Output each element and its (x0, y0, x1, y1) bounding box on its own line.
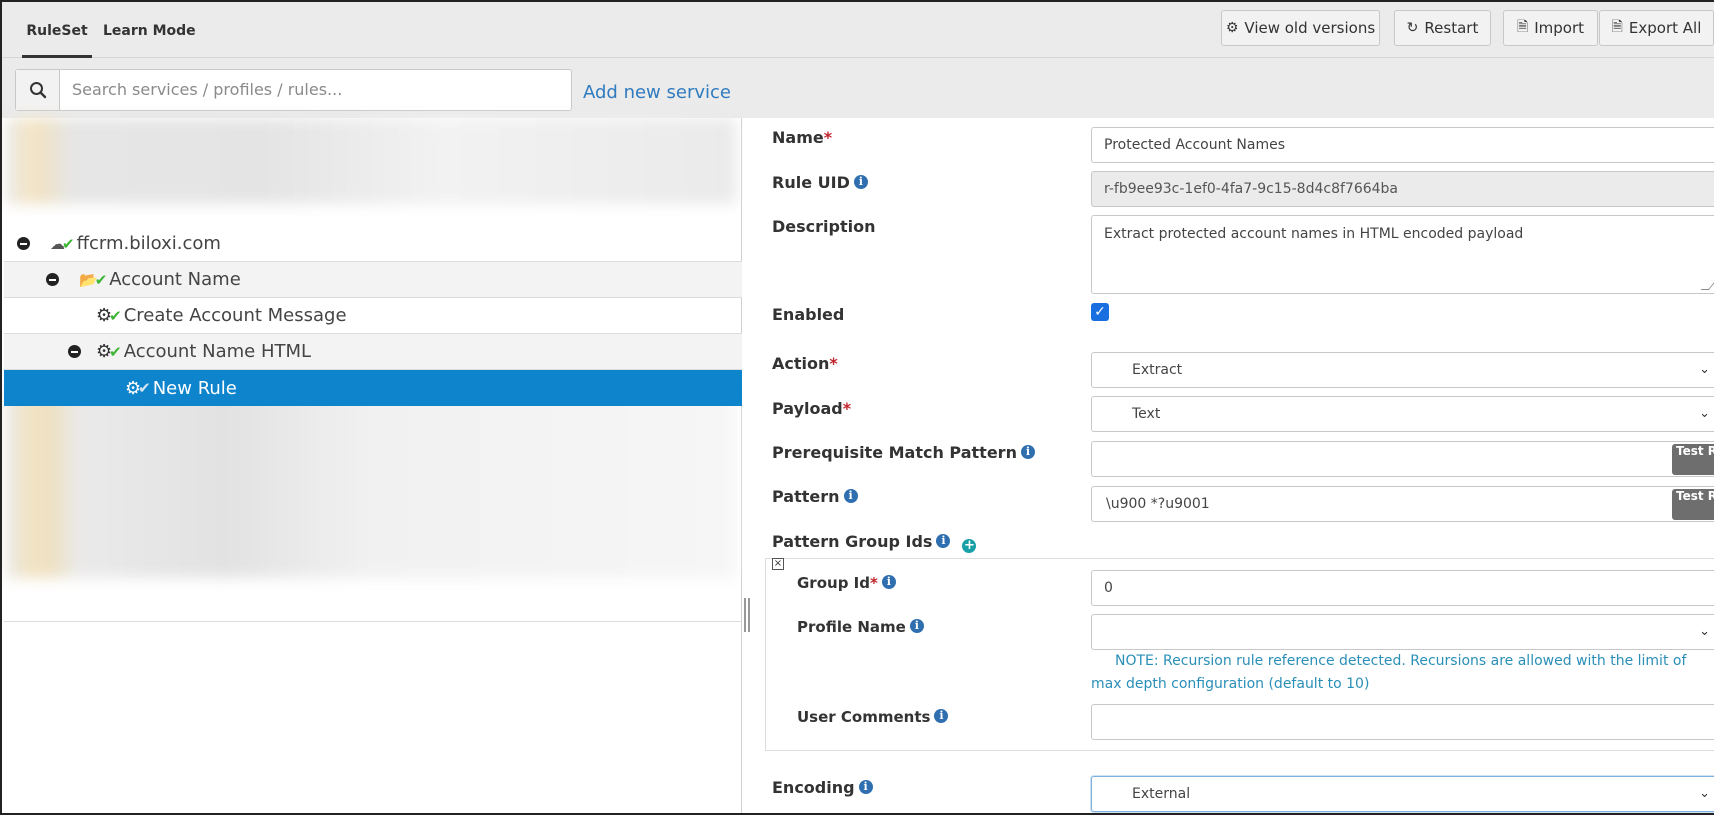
group-id-label: Group Id* i (797, 574, 896, 592)
check-icon: ✔ (62, 234, 75, 253)
search-input[interactable] (72, 70, 567, 110)
check-icon: ✔ (94, 270, 108, 289)
pattern-label: Pattern i (772, 487, 858, 506)
top-bar: RuleSet Learn Mode ⚙ View old versions ↻… (2, 2, 1714, 58)
import-label: Import (1534, 19, 1585, 37)
export-all-label: Export All (1628, 19, 1702, 37)
remove-group-icon[interactable]: × (772, 558, 784, 570)
import-button[interactable]: 🗎 Import (1503, 10, 1598, 46)
rule-uid-field: r-fb9ee93c-1ef0-4fa7-9c15-8d4c8f7664ba (1091, 171, 1714, 207)
view-old-versions-label: View old versions (1244, 19, 1376, 37)
gear-icon: ⚙ (1225, 20, 1239, 36)
search-row (2, 58, 1714, 118)
enabled-label: Enabled (772, 305, 845, 324)
action-label: Action* (772, 354, 838, 373)
info-icon[interactable]: i (858, 780, 873, 794)
export-all-button[interactable]: 🗎 Export All (1599, 10, 1714, 46)
refresh-icon: ↻ (1406, 20, 1419, 36)
encoding-select[interactable]: External ⌄ (1091, 776, 1714, 812)
chevron-down-icon: ⌄ (1699, 786, 1710, 801)
tree-profile-label: Account Name (109, 269, 241, 290)
check-icon: ✔ (109, 306, 122, 325)
pattern-field[interactable]: \u900 *?u9001 Test Regex (1091, 486, 1714, 522)
tree-rule-label: New Rule (152, 377, 237, 399)
prerequisite-label: Prerequisite Match Pattern i (772, 443, 1035, 462)
group-id-field[interactable]: 0 (1091, 570, 1714, 606)
tab-ruleset[interactable]: RuleSet (22, 2, 92, 58)
panel-splitter[interactable] (744, 598, 750, 632)
collapse-icon[interactable] (46, 273, 59, 286)
profile-name-select[interactable]: ⌄ (1091, 614, 1714, 650)
tree-row-selected[interactable]: ⚙ ✔ New Rule (4, 370, 742, 406)
chevron-down-icon: ⌄ (1699, 624, 1710, 639)
description-textarea[interactable]: Extract protected account names in HTML … (1091, 215, 1714, 294)
payload-label: Payload* (772, 399, 852, 418)
info-icon[interactable]: i (843, 489, 858, 503)
tab-learn-mode[interactable]: Learn Mode (103, 2, 196, 58)
check-icon: ✔ (109, 342, 122, 361)
prerequisite-field[interactable]: Test Regex (1091, 441, 1714, 477)
collapse-icon[interactable] (68, 345, 81, 358)
add-new-service-link[interactable]: Add new service (583, 82, 731, 103)
check-icon: ✔ (138, 379, 151, 397)
tree-row-rule[interactable]: ⚙ ✔ Account Name HTML (4, 334, 742, 370)
user-comments-field[interactable] (1091, 704, 1714, 740)
enabled-checkbox[interactable]: ✓ (1091, 303, 1109, 321)
app-frame: RuleSet Learn Mode ⚙ View old versions ↻… (0, 0, 1714, 815)
payload-select[interactable]: Text ⌄ (1091, 396, 1714, 432)
restart-label: Restart (1424, 19, 1479, 37)
info-icon[interactable]: i (909, 619, 924, 633)
file-import-icon: 🗎 (1516, 19, 1529, 35)
search-box (15, 69, 572, 111)
action-select[interactable]: Extract ⌄ (1091, 352, 1714, 388)
search-icon[interactable] (16, 70, 60, 110)
test-regex-button[interactable]: Test Regex (1672, 444, 1714, 475)
name-field[interactable]: Protected Account Names (1091, 127, 1714, 163)
collapse-icon[interactable] (17, 237, 30, 250)
info-icon[interactable]: i (936, 534, 951, 548)
blurred-region (6, 118, 736, 204)
info-icon[interactable]: i (1020, 445, 1035, 459)
pattern-group-ids-label: Pattern Group Ids i + (772, 532, 977, 553)
tree-row-rule[interactable]: ⚙ ✔ Create Account Message (4, 298, 742, 334)
resize-handle[interactable] (1700, 282, 1714, 290)
file-export-icon: 🗎 (1611, 19, 1623, 35)
view-old-versions-button[interactable]: ⚙ View old versions (1221, 10, 1380, 46)
user-comments-label: User Comments i (797, 708, 949, 726)
restart-button[interactable]: ↻ Restart (1394, 10, 1491, 46)
test-regex-button[interactable]: Test Regex (1672, 489, 1714, 520)
tree-rule-label: Account Name HTML (123, 341, 312, 362)
rule-uid-label: Rule UID i (772, 173, 868, 192)
info-icon[interactable]: i (853, 175, 868, 189)
chevron-down-icon: ⌄ (1699, 406, 1710, 421)
tree-row-profile[interactable]: 📂 ✔ Account Name (4, 262, 742, 298)
info-icon[interactable]: i (934, 709, 949, 723)
tree-row-service[interactable]: ☁ ✔ ffcrm.biloxi.com (4, 226, 742, 262)
description-label: Description (772, 217, 876, 236)
profile-name-label: Profile Name i (797, 618, 924, 636)
recursion-note: NOTE: Recursion rule reference detected.… (1091, 653, 1687, 692)
tree-service-label: ffcrm.biloxi.com (76, 233, 221, 254)
tree-rule-label: Create Account Message (123, 305, 347, 326)
encoding-label: Encoding i (772, 778, 873, 797)
add-icon[interactable]: + (962, 539, 977, 553)
info-icon[interactable]: i (881, 575, 896, 589)
name-label: Name* (772, 128, 833, 147)
chevron-down-icon: ⌄ (1699, 362, 1710, 377)
